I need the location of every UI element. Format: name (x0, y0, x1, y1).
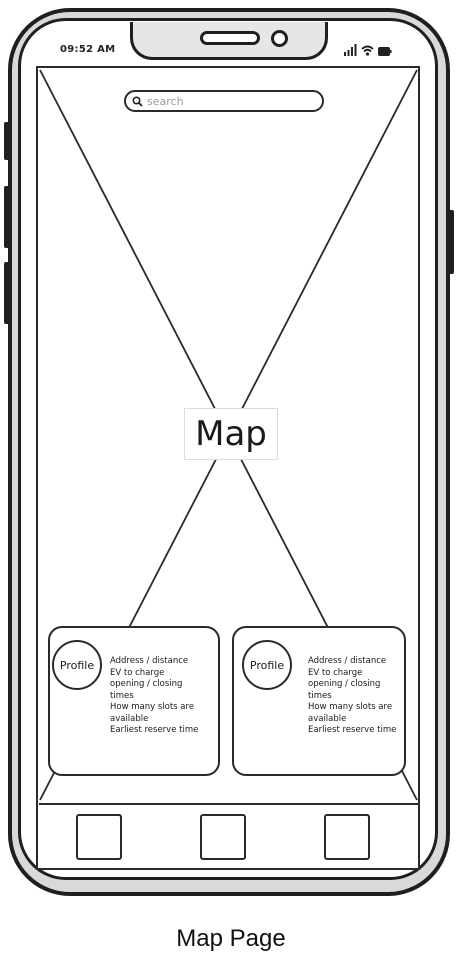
detail-line: available (308, 713, 347, 724)
detail-line: opening / closing (308, 679, 381, 689)
search-input[interactable]: search (124, 90, 324, 112)
nav-button-1[interactable] (76, 814, 122, 860)
camera-icon (271, 30, 288, 47)
map-label: Map (184, 408, 278, 460)
detail-line: How many slots are (308, 702, 393, 712)
profile-avatar[interactable]: Profile (242, 640, 292, 690)
nav-button-3[interactable] (324, 814, 370, 860)
detail-line: opening / closing (110, 679, 183, 689)
detail-line: available (110, 713, 149, 724)
nav-button-2[interactable] (200, 814, 246, 860)
station-details: Address / distance EV to charge opening … (110, 656, 198, 737)
detail-line: EV to charge (308, 667, 363, 678)
wifi-icon (361, 45, 374, 56)
detail-line: times (308, 690, 332, 701)
phone-side-button-left-low (4, 262, 10, 324)
signal-icon (343, 44, 357, 56)
detail-line: Address / distance (110, 656, 189, 666)
station-card[interactable]: Profile Address / distance EV to charge … (48, 626, 220, 776)
battery-icon (378, 47, 392, 56)
phone-side-button-left-mid (4, 186, 10, 248)
profile-avatar[interactable]: Profile (52, 640, 102, 690)
detail-line: Address / distance (308, 656, 387, 666)
station-details: Address / distance EV to charge opening … (308, 656, 396, 737)
detail-line: How many slots are (110, 702, 195, 712)
search-icon (132, 95, 143, 107)
station-card[interactable]: Profile Address / distance EV to charge … (232, 626, 406, 776)
phone-side-button-right (448, 210, 454, 274)
status-icons (343, 42, 392, 56)
speaker-icon (200, 31, 260, 45)
detail-line: Earliest reserve time (110, 725, 199, 735)
detail-line: times (110, 690, 134, 701)
search-placeholder: search (147, 94, 184, 108)
status-time: 09:52 AM (60, 44, 116, 55)
detail-line: EV to charge (110, 667, 165, 678)
detail-line: Earliest reserve time (308, 725, 397, 735)
phone-side-button-left-top (4, 122, 10, 160)
page-caption: Map Page (176, 925, 286, 952)
